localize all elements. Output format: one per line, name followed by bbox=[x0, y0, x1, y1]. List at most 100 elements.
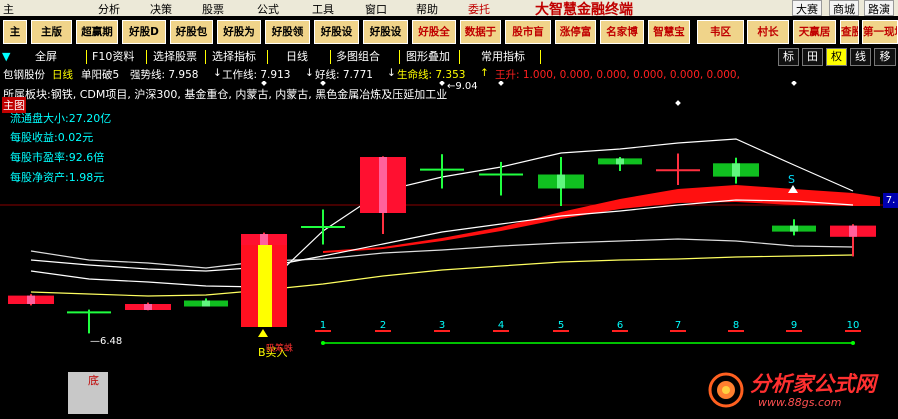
candle-7-core bbox=[379, 157, 387, 213]
menu-item-analysis[interactable]: 分析 bbox=[98, 1, 120, 17]
low-price-label: —6.48 bbox=[90, 336, 122, 347]
candle-3-core bbox=[144, 304, 152, 310]
diamond-marker-6 bbox=[791, 81, 797, 86]
quick-button-9[interactable]: 好股设 bbox=[363, 20, 408, 44]
strong-work-fill bbox=[323, 185, 880, 253]
tool-dropdown-icon[interactable]: ▼ bbox=[2, 49, 10, 65]
current-price-tag: 7. bbox=[883, 193, 898, 208]
menu-item-formula[interactable]: 公式 bbox=[257, 1, 279, 17]
period-label: 日线 bbox=[52, 69, 73, 81]
count-label-7: 7 bbox=[675, 320, 681, 331]
strong-line-value: 强势线: 7.958 bbox=[130, 69, 199, 81]
diamond-marker-5 bbox=[675, 100, 681, 106]
eps: 每股收益:0.02元 bbox=[10, 131, 94, 144]
quick-button-14[interactable]: 名家博 bbox=[600, 20, 644, 44]
quick-button-19[interactable]: 查股网 bbox=[840, 20, 859, 44]
ma-line-1 bbox=[30, 238, 854, 269]
menu-item-entrust[interactable]: 委托 bbox=[468, 1, 490, 17]
quick-button-2[interactable]: 主版 bbox=[31, 20, 72, 44]
good-line-value: 好线: 7.771 bbox=[315, 69, 373, 81]
candle-15-core bbox=[849, 225, 857, 237]
menu-item-help[interactable]: 帮助 bbox=[416, 1, 438, 17]
diamond-marker-4 bbox=[498, 81, 504, 86]
buy-arrow-icon bbox=[258, 329, 268, 337]
tool-rights-button[interactable]: 权 bbox=[826, 48, 847, 66]
tool-f10[interactable]: F10资料 bbox=[92, 49, 134, 65]
indicator-name: 单阳破5 bbox=[81, 69, 120, 81]
life-line-arrow: ↑ bbox=[480, 67, 489, 79]
tool-grid-button[interactable]: 田 bbox=[802, 48, 823, 66]
breakout-candle-core bbox=[258, 245, 272, 327]
quick-button-10[interactable]: 好股全 bbox=[412, 20, 456, 44]
bvps: 每股净资产:1.98元 bbox=[10, 171, 105, 184]
watermark-text: 分析家公式网 bbox=[750, 372, 876, 396]
count-label-6: 6 bbox=[617, 320, 623, 331]
watermark-logo-icon bbox=[708, 372, 744, 408]
quick-button-18[interactable]: 天赢居 bbox=[793, 20, 836, 44]
watermark-url: www.88gs.com bbox=[758, 396, 842, 409]
quick-button-20[interactable]: 第一现场 bbox=[862, 20, 898, 44]
float-cap: 流通盘大小:27.20亿 bbox=[10, 112, 112, 125]
menu-item-main[interactable]: 主 bbox=[3, 1, 14, 17]
tool-overlay[interactable]: 图形叠加 bbox=[406, 49, 450, 65]
work-line-value: 工作线: 7.913 bbox=[222, 69, 291, 81]
count-label-8: 8 bbox=[733, 320, 739, 331]
high-price-label: ←9.04 bbox=[447, 81, 478, 92]
tool-common-indicator[interactable]: 常用指标 bbox=[481, 49, 525, 65]
candle-1-core bbox=[27, 295, 35, 304]
quick-button-8[interactable]: 好股设 bbox=[314, 20, 359, 44]
count-label-5: 5 bbox=[558, 320, 564, 331]
count-label-2: 2 bbox=[380, 320, 386, 331]
menu-bar: 主 分析 决策 股票 公式 工具 窗口 帮助 委托 大智慧金融终端 大赛 商城 … bbox=[0, 0, 898, 18]
buy-signal-note: 吸筹蛛 bbox=[266, 342, 293, 354]
count-label-9: 9 bbox=[791, 320, 797, 331]
strong-line-arrow: ↓ bbox=[213, 67, 222, 79]
quick-button-7[interactable]: 好股领 bbox=[265, 20, 310, 44]
bottom-marker-label: 底 bbox=[88, 374, 99, 387]
sector-info: 所属板块:钢铁, CDM项目, 沪深300, 基金重仓, 内蒙古, 内蒙古, 黑… bbox=[3, 88, 448, 101]
quick-button-5[interactable]: 好股包 bbox=[170, 20, 213, 44]
quick-button-15[interactable]: 智慧宝 bbox=[648, 20, 690, 44]
count-label-3: 3 bbox=[439, 320, 445, 331]
stock-name: 包钢股份 bbox=[3, 69, 45, 81]
menu-roadshow-button[interactable]: 路演 bbox=[864, 0, 894, 16]
tool-multi-chart[interactable]: 多图组合 bbox=[336, 49, 380, 65]
work-line-arrow: ↓ bbox=[305, 67, 314, 79]
candle-13-core bbox=[732, 163, 740, 177]
quick-button-12[interactable]: 股市盲 bbox=[505, 20, 551, 44]
quick-button-4[interactable]: 好股D bbox=[122, 20, 166, 44]
tool-fullscreen[interactable]: 全屏 bbox=[35, 49, 57, 65]
tool-period-daily[interactable]: 日线 bbox=[286, 49, 308, 65]
quick-button-1[interactable]: 主 bbox=[3, 20, 27, 44]
menu-item-tools[interactable]: 工具 bbox=[312, 1, 334, 17]
candle-10-core bbox=[557, 174, 565, 189]
quick-button-13[interactable]: 涨停富 bbox=[555, 20, 596, 44]
menu-item-decision[interactable]: 决策 bbox=[150, 1, 172, 17]
menu-contest-button[interactable]: 大赛 bbox=[792, 0, 822, 16]
tool-select-indicator[interactable]: 选择指标 bbox=[212, 49, 256, 65]
candle-14-core bbox=[790, 225, 798, 232]
tool-mark-button[interactable]: 标 bbox=[778, 48, 799, 66]
menu-mall-button[interactable]: 商城 bbox=[829, 0, 859, 16]
life-line-value: 生命线: 7.353 bbox=[397, 69, 466, 81]
quick-button-17[interactable]: 村长 bbox=[747, 20, 789, 44]
life-line bbox=[30, 254, 854, 297]
count-label-10: 10 bbox=[847, 320, 860, 331]
candle-11-core bbox=[616, 158, 624, 165]
pe-ratio: 每股市盈率:92.6倍 bbox=[10, 151, 105, 164]
tool-select-stock[interactable]: 选择股票 bbox=[153, 49, 197, 65]
menu-item-stock[interactable]: 股票 bbox=[202, 1, 224, 17]
quick-button-3[interactable]: 超赢期 bbox=[76, 20, 118, 44]
quick-button-6[interactable]: 好股为 bbox=[217, 20, 261, 44]
quick-button-16[interactable]: 韦区 bbox=[697, 20, 744, 44]
candle-4-core bbox=[202, 300, 210, 307]
tool-line-button[interactable]: 线 bbox=[850, 48, 871, 66]
menu-item-window[interactable]: 窗口 bbox=[365, 1, 387, 17]
quick-button-11[interactable]: 数据于 bbox=[460, 20, 501, 44]
quick-button-row: 主主版 超赢期 好股D 好股包 好股为 好股领 好股设 好股设 好股全 数据于 股市盲 涨停富 名家博智… bbox=[0, 16, 898, 46]
tool-move-button[interactable]: 移 bbox=[874, 48, 896, 66]
good-line-arrow: ↓ bbox=[387, 67, 396, 79]
sell-signal-label: S bbox=[788, 173, 795, 186]
count-label-1: 1 bbox=[320, 320, 326, 331]
wangsheng-value: 王升: 1.000, 0.000, 0.000, 0.000, 0.000, 0… bbox=[495, 69, 740, 81]
